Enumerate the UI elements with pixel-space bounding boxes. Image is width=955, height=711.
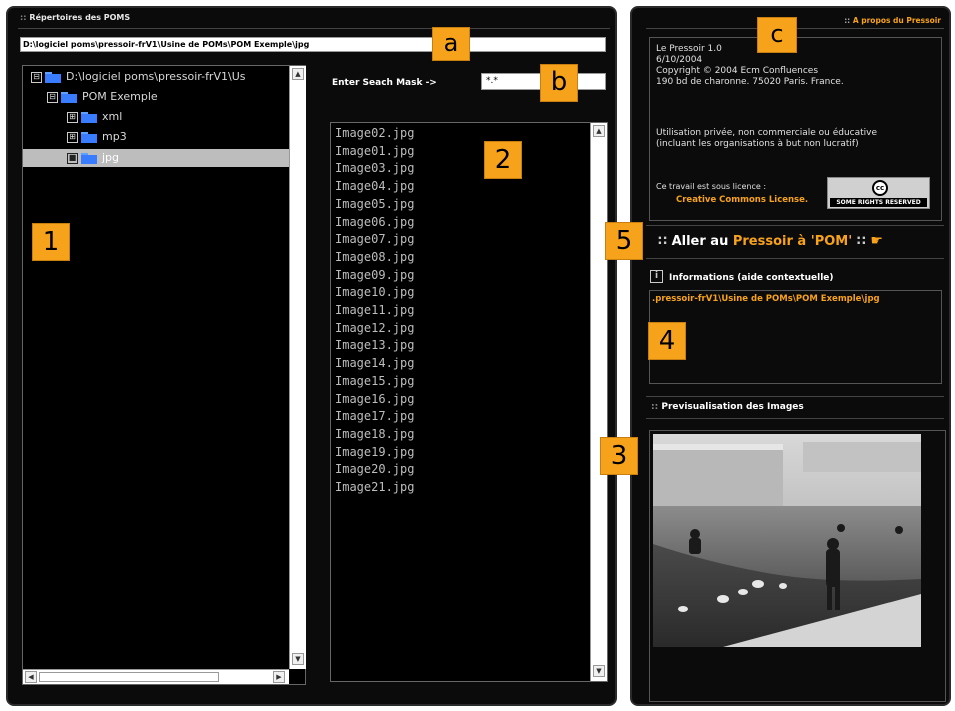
info-box — [649, 290, 942, 384]
search-mask-label: Enter Seach Mask -> — [332, 78, 437, 88]
file-list-item[interactable]: Image07.jpg — [335, 231, 414, 249]
file-list-item[interactable]: Image01.jpg — [335, 143, 414, 161]
pointing-hand-icon: ☛ — [870, 233, 883, 249]
file-list-item[interactable]: Image13.jpg — [335, 337, 414, 355]
badge-1: 1 — [32, 223, 70, 261]
file-list-item[interactable]: Image15.jpg — [335, 373, 414, 391]
preview-image — [653, 434, 921, 647]
folder-icon — [81, 152, 97, 164]
file-list-item[interactable]: Image12.jpg — [335, 320, 414, 338]
divider — [646, 396, 944, 397]
pressoir-link[interactable]: ∷ Aller au Pressoir à 'POM' ∷ ☛ — [658, 233, 883, 249]
folder-icon — [81, 131, 97, 143]
bullet-icon: ∷ — [658, 234, 672, 249]
tree-node-label: jpg — [102, 151, 120, 164]
badge-5: 5 — [605, 222, 643, 260]
tree-vertical-scrollbar[interactable]: ▲ ▼ — [289, 66, 306, 669]
file-list-item[interactable]: Image19.jpg — [335, 444, 414, 462]
about-line: 190 bd de charonne. 75020 Paris. France. — [656, 77, 844, 87]
tree-node-jpg[interactable]: ■ jpg — [23, 149, 289, 167]
tree-node-xml[interactable]: ⊞ xml — [67, 108, 122, 126]
file-list[interactable]: Image02.jpg Image01.jpg Image03.jpg Image04… — [330, 122, 608, 682]
expand-icon[interactable]: ■ — [67, 152, 78, 164]
file-list-item[interactable]: Image08.jpg — [335, 249, 414, 267]
scroll-right-arrow-icon[interactable]: ▶ — [273, 671, 285, 683]
license-link[interactable]: Creative Commons License. — [676, 195, 808, 205]
file-list-item[interactable]: Image09.jpg — [335, 267, 414, 285]
badge-c: c — [757, 17, 797, 53]
badge-3: 3 — [600, 437, 638, 475]
expand-icon[interactable]: ⊞ — [67, 111, 78, 123]
badge-4: 4 — [648, 322, 686, 360]
divider — [646, 418, 944, 419]
collapse-icon[interactable]: ⊟ — [47, 91, 58, 103]
folder-tree[interactable]: ⊟ D:\logiciel poms\pressoir-frV1\Us ⊟ POM … — [22, 65, 306, 685]
about-line: Utilisation privée, non commerciale ou é… — [656, 128, 878, 138]
badge-b: b — [540, 64, 578, 102]
about-line: 6/10/2004 — [656, 55, 703, 65]
divider — [18, 28, 610, 29]
file-list-item[interactable]: Image18.jpg — [335, 426, 414, 444]
file-list-item[interactable]: Image04.jpg — [335, 178, 414, 196]
file-list-item[interactable]: Image17.jpg — [335, 408, 414, 426]
file-list-scrollbar[interactable]: ▲ ▼ — [590, 123, 607, 681]
file-list-item[interactable]: Image06.jpg — [335, 214, 414, 232]
collapse-icon[interactable]: ⊟ — [31, 71, 42, 83]
cc-badge-label: SOME RIGHTS RESERVED — [830, 198, 927, 207]
tree-node-label: POM Exemple — [82, 90, 158, 103]
preview-title: :: Previsualisation des Images — [651, 402, 804, 412]
path-field[interactable]: D:\logiciel poms\pressoir-frV1\Usine de … — [20, 37, 606, 52]
tree-node-label: mp3 — [102, 130, 127, 143]
info-path: .pressoir-frV1\Usine de POMs\POM Exemple… — [652, 294, 880, 304]
about-line: Copyright © 2004 Ecm Confluences — [656, 66, 819, 76]
badge-2: 2 — [484, 141, 522, 179]
about-link[interactable]: :: A propos du Pressoir — [844, 16, 941, 25]
scroll-up-arrow-icon[interactable]: ▲ — [292, 68, 304, 80]
bullet-icon: ∷ — [852, 234, 871, 249]
scroll-down-arrow-icon[interactable]: ▼ — [593, 665, 605, 677]
badge-a: a — [432, 27, 470, 61]
about-line: Le Pressoir 1.0 — [656, 44, 722, 54]
folder-icon — [61, 91, 77, 103]
file-list-item[interactable]: Image05.jpg — [335, 196, 414, 214]
tree-node-label: xml — [102, 110, 123, 123]
scroll-up-arrow-icon[interactable]: ▲ — [593, 125, 605, 137]
creative-commons-badge[interactable]: cc SOME RIGHTS RESERVED — [827, 177, 930, 209]
divider — [646, 258, 944, 259]
folder-icon — [81, 111, 97, 123]
file-list-item[interactable]: Image16.jpg — [335, 391, 414, 409]
file-list-item[interactable]: Image03.jpg — [335, 160, 414, 178]
file-list-item[interactable]: Image11.jpg — [335, 302, 414, 320]
divider — [646, 225, 944, 226]
file-list-item[interactable]: Image21.jpg — [335, 479, 414, 497]
creative-commons-logo-icon: cc — [872, 180, 888, 196]
directories-title: :: Répertoires des POMS — [20, 13, 131, 22]
file-list-item[interactable]: Image10.jpg — [335, 284, 414, 302]
file-list-item[interactable]: Image02.jpg — [335, 125, 414, 143]
tree-node-mp3[interactable]: ⊞ mp3 — [67, 128, 127, 146]
scroll-left-arrow-icon[interactable]: ◀ — [25, 671, 37, 683]
scroll-down-arrow-icon[interactable]: ▼ — [292, 653, 304, 665]
info-icon: i — [650, 270, 663, 283]
tree-node-label: D:\logiciel poms\pressoir-frV1\Us — [66, 70, 246, 83]
tree-horizontal-scrollbar[interactable]: ◀ ▶ — [23, 669, 289, 684]
file-list-item[interactable]: Image20.jpg — [335, 461, 414, 479]
about-line: (incluant les organisations à but non lu… — [656, 139, 859, 149]
about-line: Ce travail est sous licence : — [656, 182, 767, 191]
tree-node-root[interactable]: ⊟ D:\logiciel poms\pressoir-frV1\Us — [31, 68, 245, 86]
scroll-thumb[interactable] — [39, 672, 219, 682]
tree-node-pom-exemple[interactable]: ⊟ POM Exemple — [47, 88, 158, 106]
file-list-item[interactable]: Image14.jpg — [335, 355, 414, 373]
info-title: Informations (aide contextuelle) — [669, 273, 834, 283]
folder-icon — [45, 71, 61, 83]
expand-icon[interactable]: ⊞ — [67, 131, 78, 143]
